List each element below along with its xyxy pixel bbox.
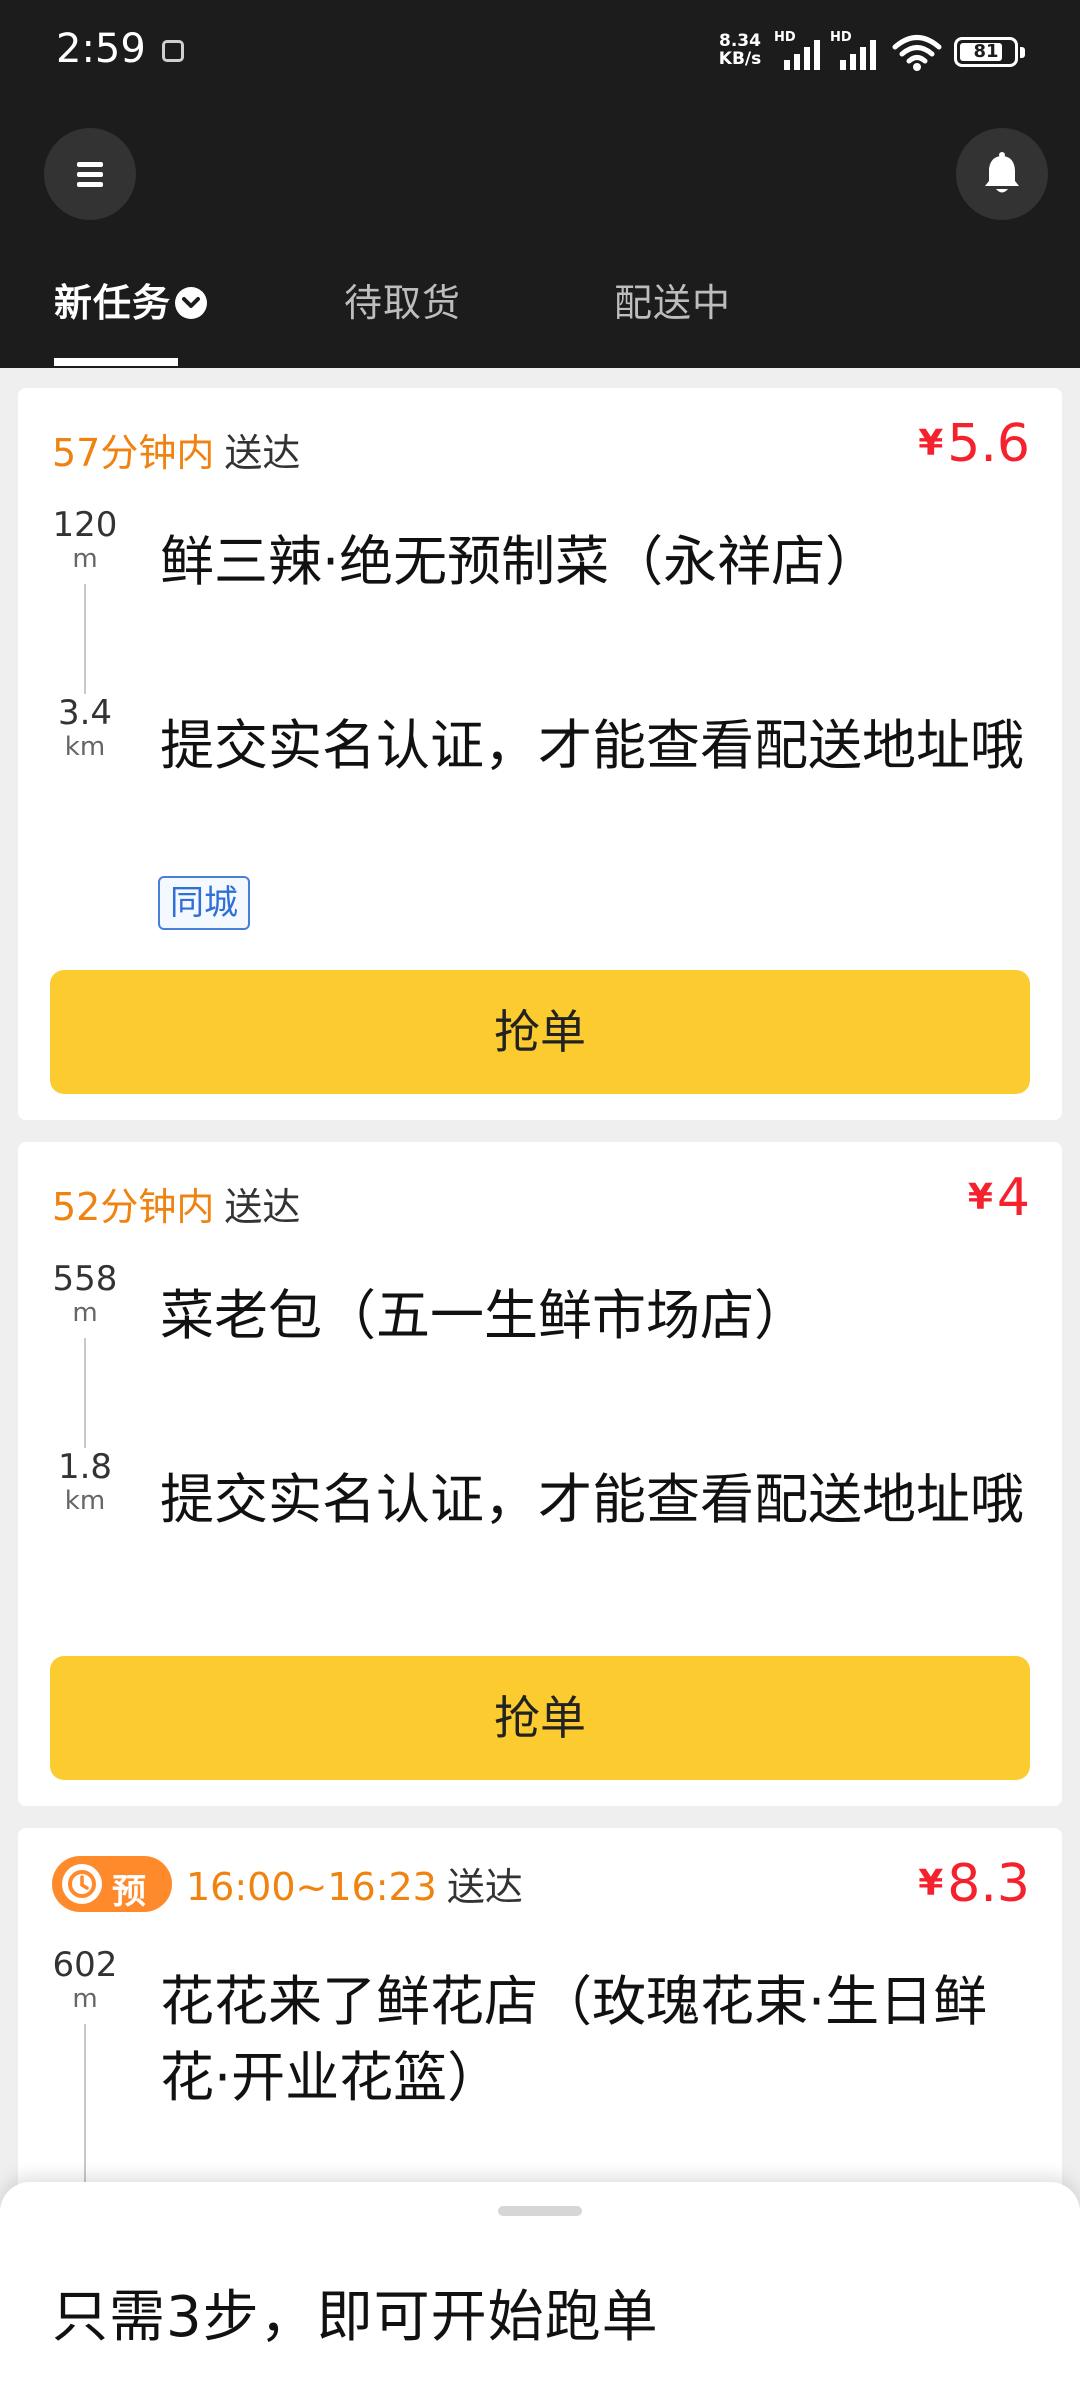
- network-speed: 8.34 KB/s: [712, 32, 768, 68]
- dropoff-address-hint: 提交实名认证，才能查看配送地址哦: [160, 1468, 1024, 1531]
- pickup-distance-value: 558: [52, 1259, 118, 1299]
- dropoff-distance-value: 3.4: [57, 693, 113, 733]
- bell-icon: [985, 152, 1019, 193]
- price-value: 5.6: [947, 414, 1030, 474]
- deliver-word: 送达: [446, 1865, 523, 1909]
- pickup-distance-value: 120: [52, 505, 118, 545]
- delivery-time: 预 16:00~16:23 送达: [52, 1855, 523, 1918]
- pickup-distance: 120 m: [40, 506, 130, 574]
- pickup-distance: 602 m: [40, 1946, 130, 2014]
- route-line: [84, 584, 86, 694]
- pickup-distance: 558 m: [40, 1260, 130, 1328]
- currency-symbol: ¥: [967, 1177, 993, 1218]
- app-root: 2:59 8.34 KB/s HD HD 81 新任务 待取货 配送中 57分钟…: [0, 0, 1080, 2400]
- currency-symbol: ¥: [918, 423, 944, 464]
- battery-icon: 81: [954, 37, 1025, 67]
- dropoff-distance: 1.8 km: [40, 1448, 130, 1516]
- sheet-title: 只需3步，即可开始跑单: [52, 2285, 659, 2350]
- status-time: 2:59: [56, 26, 146, 72]
- order-price: ¥5.6: [918, 414, 1030, 474]
- time-window: 16:00~16:23: [186, 1865, 437, 1909]
- tab-new-tasks[interactable]: 新任务: [54, 272, 208, 327]
- price-value: 4: [996, 1168, 1030, 1228]
- hd-label: HD: [774, 30, 796, 45]
- deliver-word: 送达: [224, 431, 301, 475]
- chevron-down-icon[interactable]: [175, 286, 208, 319]
- status-bar: 2:59 8.34 KB/s HD HD 81: [0, 0, 1080, 104]
- order-card[interactable]: 52分钟内 送达 ¥4 558 m 1.8 km 菜老包（五一生鲜市场店） 提交实…: [18, 1142, 1062, 1806]
- pickup-distance-value: 602: [52, 1945, 118, 1985]
- tab-new-tasks-label: 新任务: [54, 281, 172, 325]
- dropoff-distance-unit: km: [64, 1486, 106, 1516]
- pickup-store-name: 花花来了鲜花店（玫瑰花束·生日鲜花·开业花篮）: [160, 1970, 988, 2109]
- order-price: ¥4: [968, 1168, 1030, 1228]
- reservation-label: 预: [112, 1871, 146, 1912]
- dropoff-distance-unit: km: [64, 732, 106, 762]
- order-card[interactable]: 57分钟内 送达 ¥5.6 120 m 3.4 km 鲜三辣·绝无预制菜（永祥店）…: [18, 388, 1062, 1120]
- grab-order-button[interactable]: 抢单: [50, 1656, 1030, 1780]
- pickup-store-name: 鲜三辣·绝无预制菜（永祥店）: [160, 530, 880, 593]
- pickup-store-name: 菜老包（五一生鲜市场店）: [160, 1284, 808, 1347]
- time-limit: 57分钟内: [52, 431, 215, 475]
- delivery-time: 57分钟内 送达: [52, 422, 300, 477]
- pickup-distance-unit: m: [72, 1298, 98, 1328]
- same-city-tag: 同城: [158, 876, 250, 930]
- dropoff-distance-value: 1.8: [57, 1447, 113, 1487]
- sheet-drag-handle[interactable]: [498, 2206, 582, 2216]
- clock-icon: [62, 1863, 102, 1904]
- hd-label: HD: [830, 30, 852, 45]
- order-price: ¥8.3: [918, 1854, 1030, 1914]
- dropoff-address-hint: 提交实名认证，才能查看配送地址哦: [160, 714, 1024, 777]
- tab-delivering[interactable]: 配送中: [614, 272, 731, 327]
- tab-pending-pickup[interactable]: 待取货: [344, 272, 461, 327]
- onboarding-bottom-sheet[interactable]: 只需3步，即可开始跑单: [0, 2182, 1080, 2400]
- menu-button[interactable]: [44, 128, 136, 220]
- pickup-distance-unit: m: [72, 1984, 98, 2014]
- active-tab-indicator: [54, 358, 178, 366]
- notification-button[interactable]: [956, 128, 1048, 220]
- network-speed-unit: KB/s: [718, 49, 762, 69]
- wifi-icon: [892, 35, 942, 71]
- reservation-badge: 预: [52, 1855, 172, 1912]
- delivery-time: 52分钟内 送达: [52, 1176, 300, 1231]
- signal-icon: HD: [830, 30, 896, 72]
- route-line: [84, 1338, 86, 1448]
- dropoff-distance: 3.4 km: [40, 694, 130, 762]
- battery-level: 81: [973, 41, 999, 62]
- network-speed-value: 8.34: [719, 31, 761, 51]
- notification-app-icon: [162, 40, 184, 62]
- time-limit: 52分钟内: [52, 1185, 215, 1229]
- deliver-word: 送达: [224, 1185, 301, 1229]
- currency-symbol: ¥: [918, 1863, 944, 1904]
- pickup-distance-unit: m: [72, 544, 98, 574]
- task-tabs: 新任务 待取货 配送中: [0, 262, 1080, 368]
- price-value: 8.3: [947, 1854, 1030, 1914]
- grab-order-button[interactable]: 抢单: [50, 970, 1030, 1094]
- header: 2:59 8.34 KB/s HD HD 81 新任务 待取货 配送中: [0, 0, 1080, 368]
